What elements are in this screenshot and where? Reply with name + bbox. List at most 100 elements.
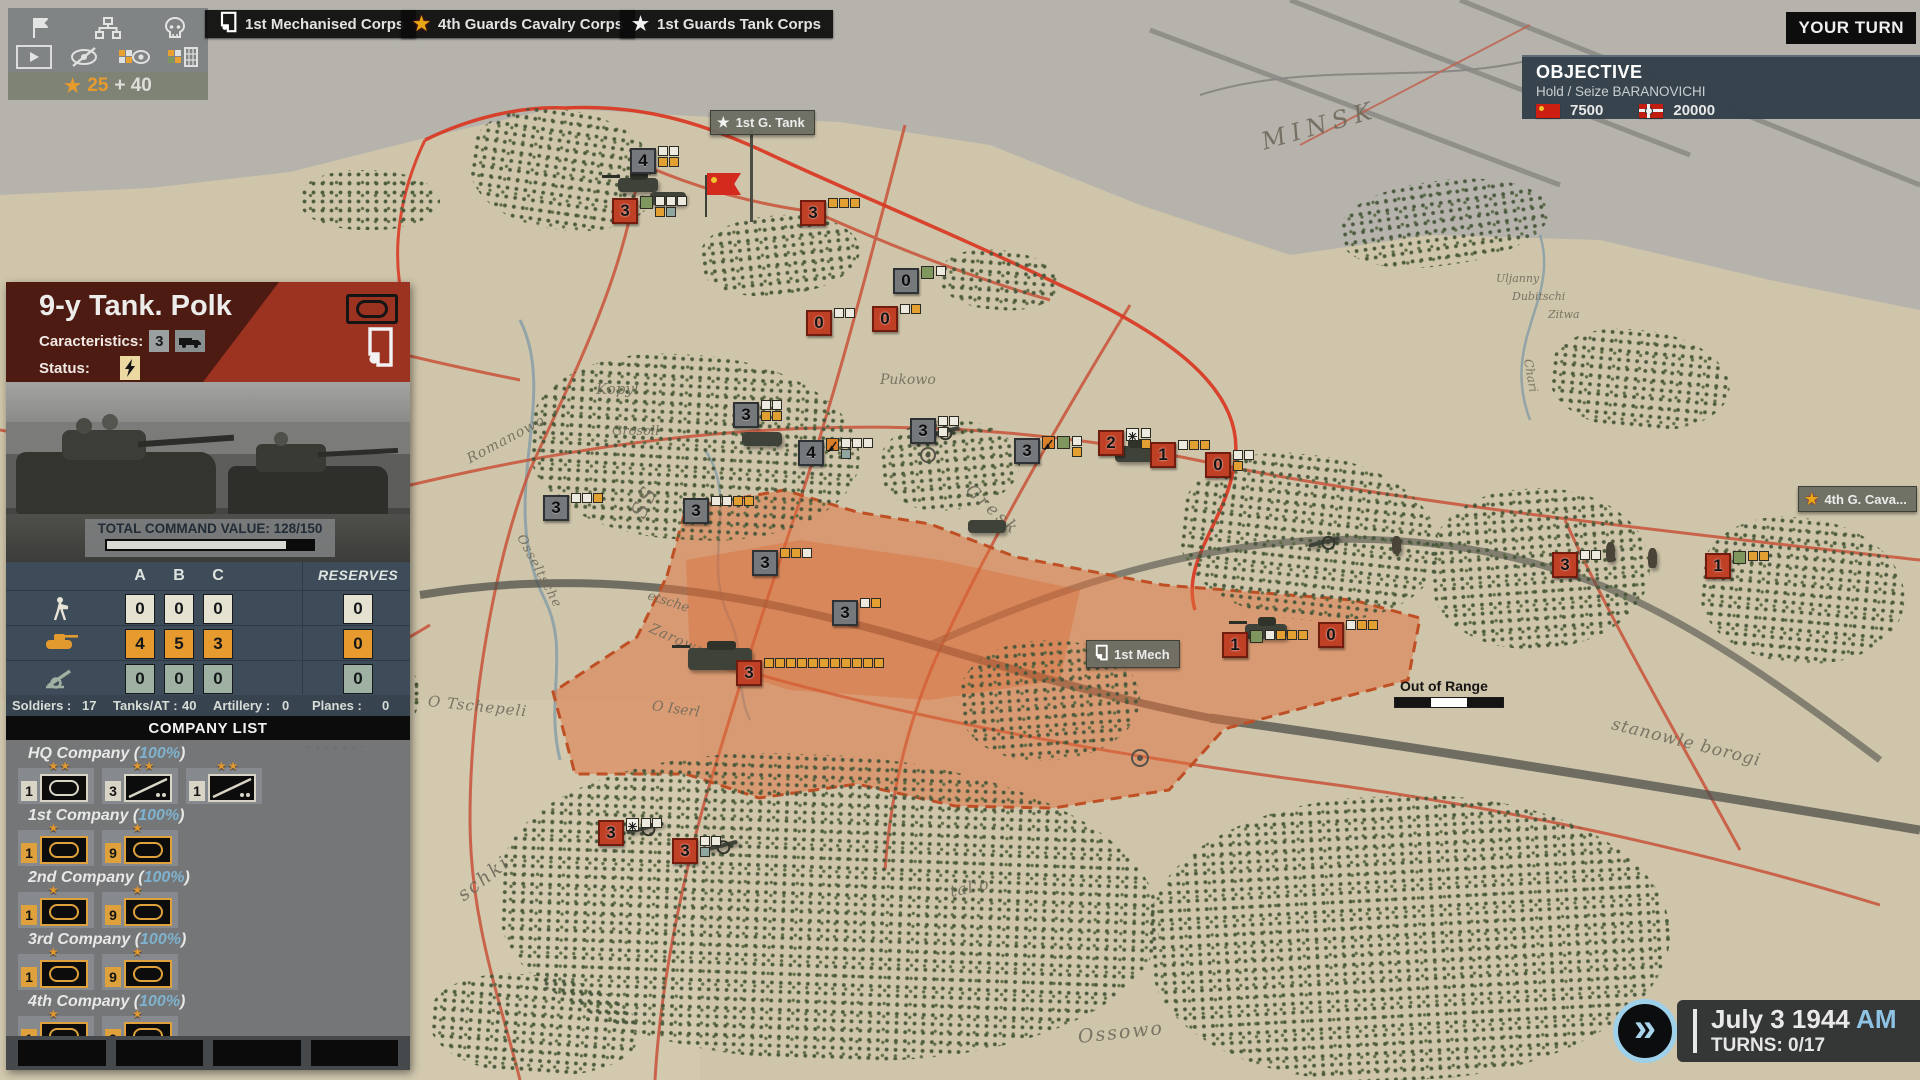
empty-slot-bar xyxy=(6,1036,410,1070)
green-badge-icon xyxy=(921,266,934,279)
unit-card[interactable]: 9★ xyxy=(102,954,178,990)
unit-counter[interactable]: 3 xyxy=(1014,438,1082,464)
strength-pips xyxy=(571,493,603,503)
unit-counter[interactable]: 3 xyxy=(672,838,721,864)
pip-row xyxy=(1072,447,1082,457)
unit-counter[interactable]: 4 xyxy=(798,440,873,466)
unit-counter[interactable]: 3 xyxy=(910,418,959,444)
strength-cell[interactable]: 3 xyxy=(203,629,233,659)
company-list-title: COMPANY LIST xyxy=(6,716,410,740)
strength-pips xyxy=(938,416,959,437)
unit-counter[interactable]: 1 xyxy=(1705,553,1769,579)
unit-group-sign[interactable]: 1st Mech xyxy=(1086,640,1180,668)
unit-card[interactable]: 1★ xyxy=(18,954,94,990)
unit-card[interactable]: 3★★ xyxy=(102,768,178,804)
unit-counter[interactable]: 3 xyxy=(612,198,687,224)
unit-counter[interactable]: 0 xyxy=(1205,452,1254,478)
corps-tab-label: 1st Mechanised Corps xyxy=(245,16,404,33)
pip xyxy=(744,496,754,506)
counter-extras xyxy=(1250,630,1308,643)
mech-corps-icon xyxy=(1093,644,1108,664)
end-turn-button[interactable]: » xyxy=(1613,999,1677,1063)
empty-company-slot[interactable] xyxy=(213,1040,301,1066)
unit-group-sign[interactable]: ★4th G. Cava... xyxy=(1798,486,1917,512)
unit-counter[interactable]: 1 xyxy=(1222,632,1308,658)
counter-strength: 3 xyxy=(683,498,709,524)
unit-counter[interactable]: 3 xyxy=(736,660,884,686)
unit-counter[interactable]: 3 xyxy=(1552,552,1601,578)
show-counters-icon[interactable] xyxy=(117,45,151,69)
unit-count: 1 xyxy=(21,905,37,925)
counter-strength: 3 xyxy=(832,600,858,626)
unit-counter[interactable]: 3 xyxy=(800,200,860,226)
corps-tab-1[interactable]: 1st Mechanised Corps xyxy=(205,10,416,38)
strength-cell[interactable]: 5 xyxy=(164,629,194,659)
org-chart-icon[interactable] xyxy=(91,16,125,40)
unit-count: 1 xyxy=(21,843,37,863)
pip xyxy=(658,157,668,167)
pip xyxy=(1580,550,1590,560)
corps-tab-3[interactable]: ★1st Guards Tank Corps xyxy=(620,10,833,38)
pip xyxy=(900,304,910,314)
totals-bar: Soldiers :17Tanks/AT :40Artillery :0Plan… xyxy=(6,695,410,716)
characteristics-label: Caracteristics: xyxy=(39,333,143,350)
unit-card[interactable]: 1★ xyxy=(18,892,94,928)
unit-counter[interactable]: 0 xyxy=(1318,622,1378,648)
play-button[interactable] xyxy=(16,45,52,69)
strength-cell[interactable]: 0 xyxy=(125,594,155,624)
unit-card[interactable]: 1★★ xyxy=(186,768,262,804)
empty-company-slot[interactable] xyxy=(116,1040,204,1066)
unit-card[interactable]: 9★ xyxy=(102,1016,178,1036)
hide-counters-icon[interactable] xyxy=(67,45,101,69)
unit-counter[interactable]: 3 xyxy=(733,402,782,428)
pip xyxy=(863,658,873,668)
pip-row xyxy=(938,416,959,426)
unit-group-sign[interactable]: ★1st G. Tank xyxy=(710,110,815,135)
tank-unit-icon xyxy=(40,898,88,926)
pip xyxy=(863,438,873,448)
strength-cell[interactable]: 4 xyxy=(125,629,155,659)
corps-tab-label: 1st Guards Tank Corps xyxy=(657,16,821,33)
strength-cell[interactable]: 0 xyxy=(203,594,233,624)
reserve-cell[interactable]: 0 xyxy=(343,594,373,624)
unit-counter[interactable]: 3 xyxy=(752,550,812,576)
unit-counter[interactable]: 0 xyxy=(893,268,946,294)
pip xyxy=(1072,447,1082,457)
table-col-header-C: C xyxy=(203,567,233,585)
unit-counter[interactable]: 0 xyxy=(806,310,855,336)
strength-cell[interactable]: 0 xyxy=(164,594,194,624)
unit-counter[interactable]: 0 xyxy=(872,306,921,332)
reserve-cell[interactable]: 0 xyxy=(343,629,373,659)
unit-counter[interactable]: 2 xyxy=(1098,430,1151,456)
unit-counter[interactable]: 3 xyxy=(543,495,603,521)
strength-cell[interactable]: 0 xyxy=(203,664,233,694)
unit-card[interactable]: 1★ xyxy=(18,1016,94,1036)
pip xyxy=(1178,440,1188,450)
unit-card[interactable]: 9★ xyxy=(102,830,178,866)
corps-tab-2[interactable]: ★4th Guards Cavalry Corps xyxy=(401,10,635,38)
unit-card[interactable]: 1★ xyxy=(18,830,94,866)
unit-counter[interactable]: 3 xyxy=(683,498,754,524)
unit-card[interactable]: 9★ xyxy=(102,892,178,928)
unit-counter[interactable]: 1 xyxy=(1150,442,1210,468)
reserve-cell[interactable]: 0 xyxy=(343,664,373,694)
flag-icon[interactable] xyxy=(24,16,58,40)
unit-card[interactable]: 1★★ xyxy=(18,768,94,804)
unit-counter[interactable]: 3 xyxy=(598,820,662,846)
empty-company-slot[interactable] xyxy=(311,1040,399,1066)
veterancy-stars: ★★ xyxy=(216,759,240,773)
counter-grid-icon[interactable] xyxy=(166,45,200,69)
empty-company-slot[interactable] xyxy=(18,1040,106,1066)
unit-counter[interactable]: 3 xyxy=(832,600,881,626)
strength-cell[interactable]: 0 xyxy=(125,664,155,694)
pip xyxy=(852,658,862,668)
shovel-badge-icon xyxy=(1042,436,1055,449)
tank-model xyxy=(618,178,658,192)
unit-counter[interactable]: 4 xyxy=(630,148,679,174)
tank-unit-icon xyxy=(40,836,88,864)
skull-icon[interactable] xyxy=(158,16,192,40)
company-strength-pct: 100% xyxy=(140,931,181,948)
pip xyxy=(791,548,801,558)
strength-pips xyxy=(860,598,881,608)
strength-cell[interactable]: 0 xyxy=(164,664,194,694)
